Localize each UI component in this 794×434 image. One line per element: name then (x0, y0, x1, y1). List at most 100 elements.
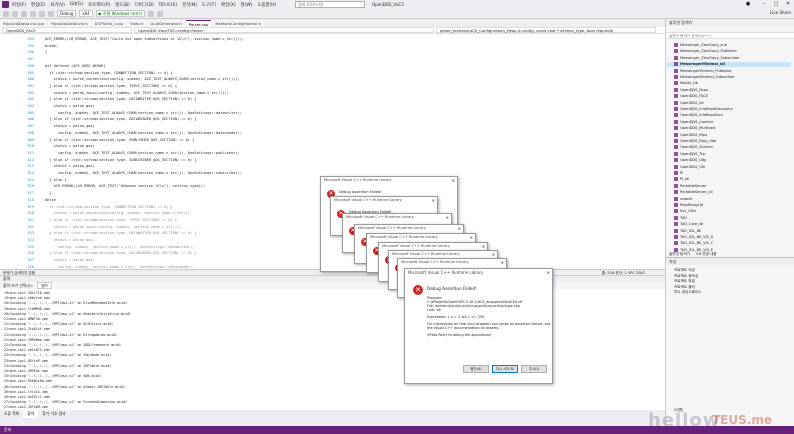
solution-item[interactable]: OpenDDS_Tcp (674, 151, 705, 156)
solution-item[interactable]: MessengerMinimal_Subscriber (674, 75, 735, 79)
property-item[interactable]: 프로젝트 폴더 (674, 285, 695, 290)
close-icon[interactable]: ✕ (492, 251, 495, 258)
solution-item[interactable]: MessengerMinimal_idl (674, 62, 725, 67)
debug-start-button[interactable]: ▶ 로컬 Windows 디버거 (95, 10, 145, 17)
abort-button[interactable]: 중단(A) (463, 365, 489, 373)
close-icon[interactable]: ✕ (482, 243, 485, 250)
platform-select[interactable]: x64 (79, 10, 93, 17)
ignore-button[interactable]: 무시(I) (521, 365, 547, 373)
property-item[interactable]: 프로젝트 속성 (674, 268, 695, 273)
forward-icon[interactable] (12, 10, 18, 17)
doc-tab[interactable]: RtpsUdpDataLink.cpp (0, 20, 48, 27)
live-share-button[interactable]: Live Share (770, 10, 791, 15)
save-icon[interactable] (21, 10, 27, 17)
property-item[interactable]: 프로젝트 파일 (674, 279, 695, 284)
solution-item[interactable]: PortableServer (674, 183, 707, 188)
line-number: 499 (27, 70, 35, 75)
doc-tab[interactable]: Sedp.h (127, 20, 147, 27)
doc-tab[interactable]: GuidGenerator.h (147, 20, 185, 27)
solution-item[interactable]: TAO_IDL_BE (674, 228, 701, 233)
solution-item[interactable]: TAO (674, 215, 687, 220)
solution-item[interactable]: MessengerMinimal_Publisher (674, 68, 732, 73)
solution-item[interactable]: Svc_Utils (674, 209, 696, 214)
solution-item[interactable]: PI_idl (674, 177, 689, 182)
close-icon[interactable]: ✕ (432, 197, 435, 204)
menu-item[interactable]: 빌드(B) (115, 2, 130, 8)
solution-item-label: Messenger_ZeroCopy_Publisher (680, 49, 737, 54)
doc-tab[interactable]: Parser.cpp (185, 20, 212, 27)
solution-item[interactable]: OpenDDS_InfoRepoDiscovery (674, 107, 733, 111)
doc-tab[interactable]: RtpsUdpDataLink.h (48, 20, 91, 27)
solution-bottom-tab[interactable]: 솔루션 탐색기 (666, 250, 693, 258)
menu-item[interactable]: 창(W) (241, 2, 253, 8)
account-avatar[interactable]: ● (742, 0, 754, 9)
close-icon[interactable]: ✕ (470, 234, 473, 241)
menu-item[interactable]: Git(G) (70, 2, 83, 8)
solution-search-input[interactable]: 솔루션 탐색기 검색(Ctrl+;) (666, 33, 794, 39)
undo-icon[interactable] (39, 10, 45, 17)
solution-item[interactable]: OpenDDS_monitor (674, 119, 713, 124)
solution-item[interactable]: repoctl (674, 196, 692, 201)
menu-item[interactable]: 도구(T) (202, 2, 216, 8)
property-item[interactable]: 루트 네임스페이스 (674, 290, 702, 295)
close-icon[interactable]: ✕ (501, 259, 504, 266)
property-item[interactable]: 프로젝트 종속성 (674, 274, 698, 279)
assertion-dialog[interactable]: Microsoft Visual C++ Runtime Library ✕ ✕… (404, 268, 553, 384)
project-dropdown[interactable]: OpenDDS_FACE (2, 27, 132, 33)
solution-item[interactable]: OpenDDS_idl (674, 100, 704, 105)
maximize-icon[interactable]: □ (770, 0, 782, 9)
retry-button[interactable]: 다시 시도(R) (492, 365, 518, 373)
menu-item[interactable]: 확장(X) (221, 2, 236, 8)
solution-item[interactable]: TAO_Core_idl (674, 222, 703, 227)
scope-dropdown[interactable]: OpenDDS::FaceTSS::config::Parser (134, 27, 434, 33)
solution-item[interactable]: Model_Lib (674, 81, 698, 86)
menu-item[interactable]: 분석(N) (182, 2, 197, 8)
menu-item[interactable]: 파일(F) (12, 2, 26, 8)
toolbar-icon[interactable] (156, 10, 163, 17)
menu-item[interactable]: 보기(V) (50, 2, 65, 8)
close-icon[interactable]: ✕ (458, 225, 461, 232)
output-line: 27>Invoking "..\..\..\..\MPC\mwc.pl" on … (4, 400, 128, 405)
doc-tab[interactable]: DCPSInfo_i.cpp (91, 20, 127, 27)
menu-item[interactable]: 편집(E) (31, 2, 45, 8)
solution-item[interactable]: Messenger_ZeroCopy_Subscriber (674, 55, 740, 60)
solution-item[interactable]: Messenger_ZeroCopy_Publisher (674, 49, 737, 54)
solution-item[interactable]: OpenDDS_InfoRepoServ (674, 113, 723, 118)
close-icon[interactable]: ✕ (452, 177, 455, 184)
save-all-icon[interactable] (30, 10, 36, 17)
close-icon[interactable]: ✕ (446, 214, 449, 221)
menu-item[interactable]: 디버그(D) (135, 2, 154, 8)
close-icon[interactable]: ✕ (547, 269, 550, 276)
solution-item[interactable]: OpenDDS_Rtps_Udp (674, 139, 716, 143)
search-input[interactable]: 검색 (Ctrl+Q) (295, 1, 365, 8)
solution-item[interactable]: OpenDDS_Shmem (674, 145, 713, 150)
redo-icon[interactable] (48, 10, 54, 17)
minimize-icon[interactable]: – (758, 0, 770, 9)
solution-item[interactable]: OpenDDS_Dcps (674, 87, 708, 92)
solution-item[interactable]: OpenDDS_FACE (674, 94, 708, 99)
toolbar-icon[interactable] (147, 10, 154, 17)
solution-item[interactable]: TAO_IDL_BE_VIS_C (674, 241, 713, 246)
solution-item[interactable]: OpenDDS_Rtps (674, 132, 707, 137)
member-dropdown[interactable]: parse_sections(ACE_Configuration_Heap & … (436, 27, 656, 33)
back-icon[interactable] (3, 10, 9, 17)
doc-tab[interactable]: NetworkConfigMonitor.h (212, 20, 265, 27)
output-source-select[interactable]: 빌드 (37, 282, 53, 289)
menu-item[interactable]: 테스트(S) (159, 2, 177, 8)
menu-item[interactable]: 프로젝트(P) (88, 2, 110, 8)
solution-item[interactable]: OpenDDS_Multicast (674, 126, 715, 131)
solution-item[interactable]: OpenDDS_Udp (674, 158, 706, 163)
bottom-tab[interactable]: 찾기 기호 결과 (38, 410, 69, 418)
solution-item[interactable]: PortableServer_idl (674, 190, 713, 195)
close-icon[interactable]: ✕ (782, 0, 794, 9)
solution-item[interactable]: PI (674, 171, 683, 175)
solution-item[interactable]: TAO_IDL_BE_VIS_A (674, 235, 713, 239)
solution-item[interactable]: Messenger_ZeroCopy_sub (674, 43, 727, 47)
bottom-tab[interactable]: 오류 목록 (0, 410, 23, 418)
bottom-tab[interactable]: 출력 (23, 410, 39, 418)
solution-item[interactable]: RtpsRelayLib (674, 203, 703, 207)
configuration-select[interactable]: Debug (57, 10, 77, 17)
solution-item[interactable]: OpenDDS_Util (674, 164, 705, 169)
menu-item[interactable]: 도움말(H) (257, 2, 276, 8)
solution-bottom-tab[interactable]: Git 변경 내용 (693, 250, 720, 258)
